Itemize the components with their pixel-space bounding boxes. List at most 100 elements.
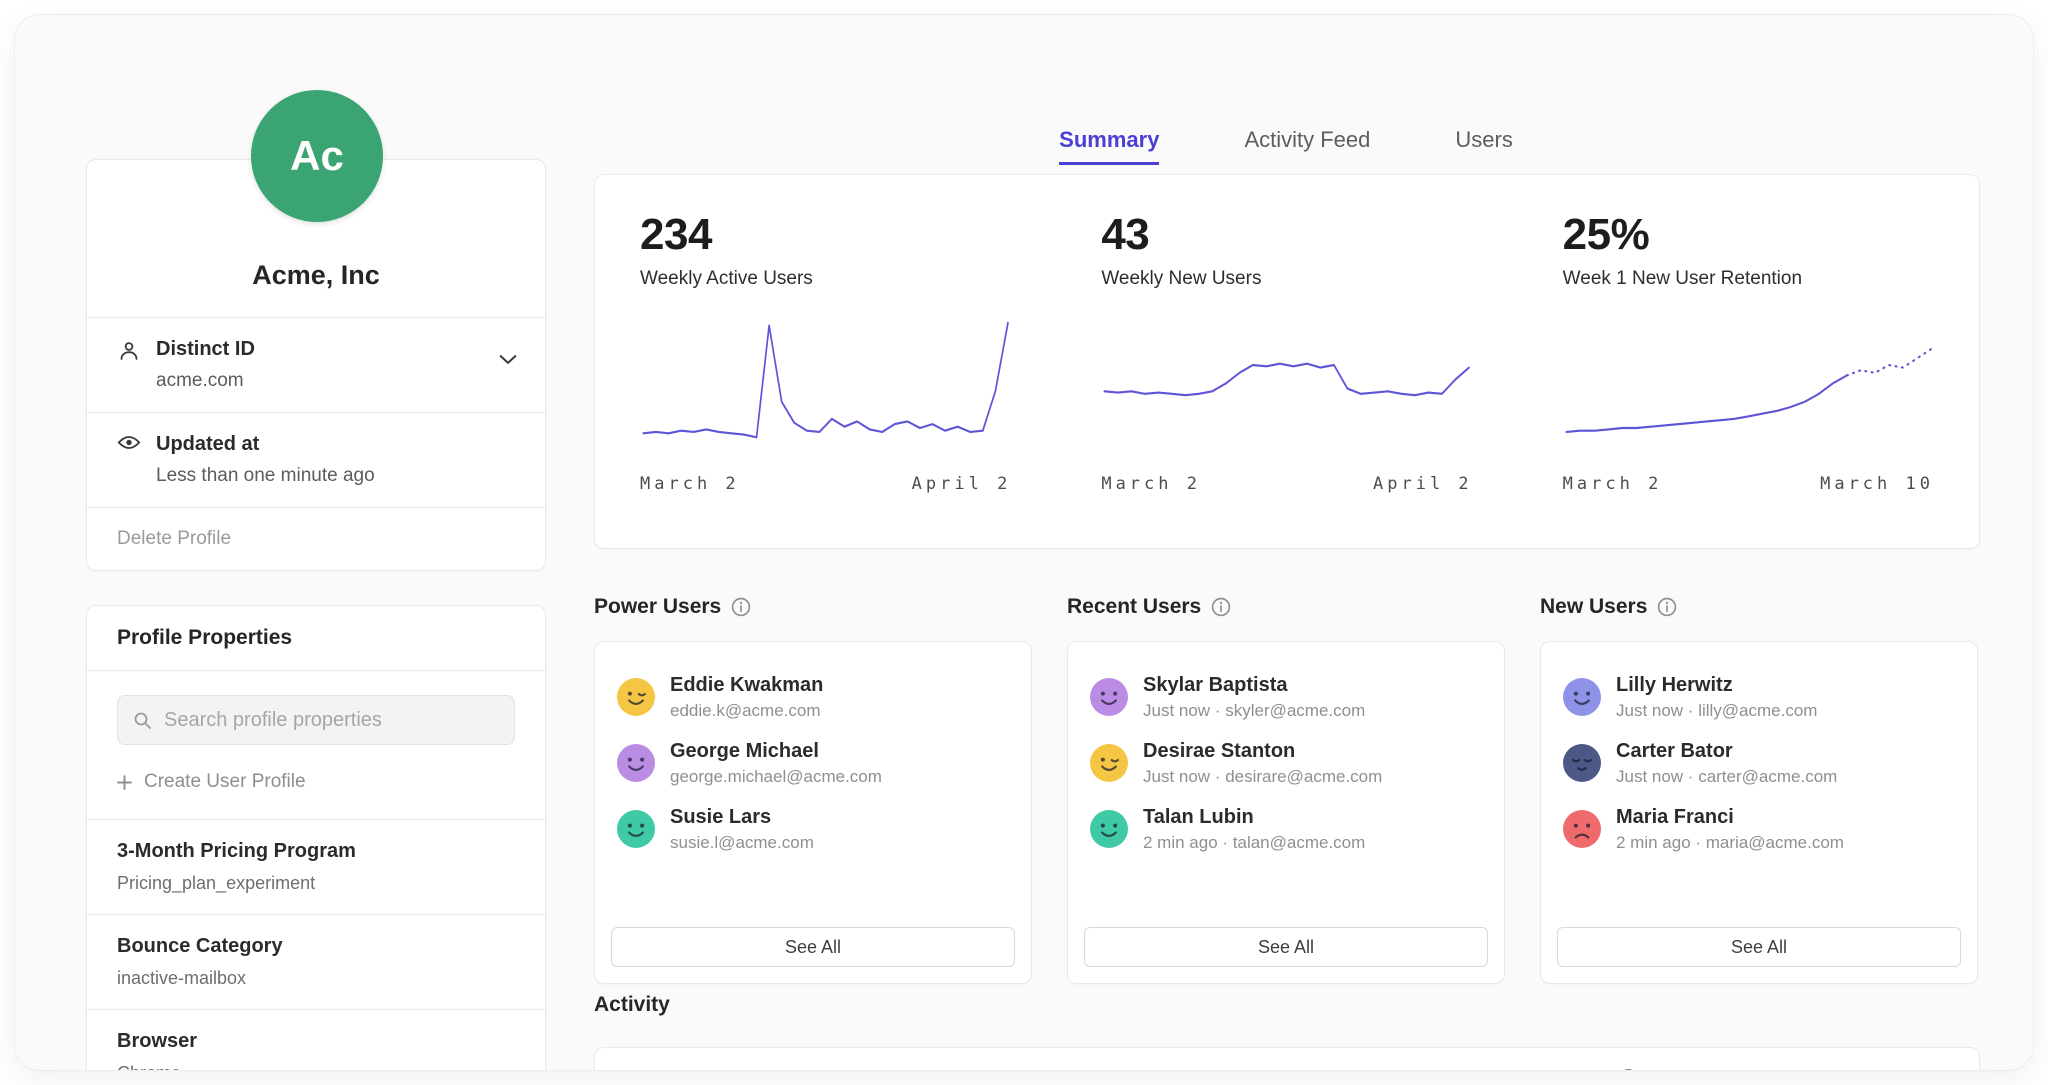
stat-label: Week 1 New User Retention <box>1563 268 1934 290</box>
user-avatar <box>617 678 655 716</box>
activity-stat-1: 234 <box>595 1048 1056 1071</box>
user-name: Lilly Herwitz <box>1616 674 1817 697</box>
property-row-bounce-category[interactable]: Bounce Category inactive-mailbox <box>87 915 545 1010</box>
info-icon[interactable] <box>1657 597 1677 617</box>
delete-profile-button[interactable]: Delete Profile <box>87 508 545 570</box>
person-icon <box>117 339 141 368</box>
see-all-recent-users-button[interactable]: See All <box>1084 927 1488 967</box>
user-texts: Lilly Herwitz Just now · lilly@acme.com <box>1616 674 1817 721</box>
stat-value: 25% <box>1563 210 1934 260</box>
user-texts: Carter Bator Just now · carter@acme.com <box>1616 740 1837 787</box>
user-row[interactable]: Eddie Kwakman eddie.k@acme.com <box>595 664 1031 730</box>
x-axis-start: March 2 <box>1563 474 1663 494</box>
stat-value: 234 <box>640 210 1011 260</box>
stat-value: 43 <box>1101 210 1472 260</box>
see-all-new-users-button[interactable]: See All <box>1557 927 1961 967</box>
x-axis-end: March 10 <box>1820 474 1934 494</box>
info-icon[interactable] <box>731 597 751 617</box>
info-icon[interactable] <box>1211 597 1231 617</box>
updated-at-label: Updated at <box>156 433 375 456</box>
user-avatar <box>1563 810 1601 848</box>
user-row[interactable]: Desirae Stanton Just now · desirare@acme… <box>1068 730 1504 796</box>
user-texts: George Michael george.michael@acme.com <box>670 740 882 787</box>
new-users-title: New Users <box>1540 595 1647 619</box>
property-name: 3-Month Pricing Program <box>117 840 515 863</box>
distinct-id-texts: Distinct ID acme.com <box>156 338 255 392</box>
recent-users-card: Skylar Baptista Just now · skyler@acme.c… <box>1067 641 1505 984</box>
user-subtext: Just now · skyler@acme.com <box>1143 701 1365 721</box>
company-avatar: Ac <box>251 90 383 222</box>
chevron-down-icon[interactable] <box>499 352 517 370</box>
new-users-section: New Users Lilly Herwitz Just now · lilly… <box>1540 595 1978 984</box>
stat-week1-retention: 25% Week 1 New User Retention March 2 Ma… <box>1518 175 1979 548</box>
profile-sidebar: Ac Acme, Inc Distinct ID acme.com <box>86 159 546 1071</box>
user-avatar <box>1563 678 1601 716</box>
user-name: Eddie Kwakman <box>670 674 823 697</box>
user-subtext: Just now · lilly@acme.com <box>1616 701 1817 721</box>
x-axis-start: March 2 <box>1101 474 1201 494</box>
x-axis-end: April 2 <box>912 474 1012 494</box>
updated-at-texts: Updated at Less than one minute ago <box>156 433 375 487</box>
plus-icon <box>117 775 132 790</box>
user-lists-row: Power Users Eddie Kwakman eddie.k@acme.c… <box>594 595 1978 984</box>
user-avatar <box>1090 678 1128 716</box>
profile-properties-title: Profile Properties <box>87 606 545 671</box>
user-row[interactable]: Lilly Herwitz Just now · lilly@acme.com <box>1541 664 1977 730</box>
user-name: Maria Franci <box>1616 806 1844 829</box>
property-row-pricing-program[interactable]: 3-Month Pricing Program Pricing_plan_exp… <box>87 820 545 915</box>
user-name: Susie Lars <box>670 806 814 829</box>
stat-label: Weekly New Users <box>1101 268 1472 290</box>
search-icon <box>132 710 152 730</box>
identity-card: Ac Acme, Inc Distinct ID acme.com <box>86 159 546 571</box>
user-avatar <box>1563 744 1601 782</box>
power-users-title: Power Users <box>594 595 721 619</box>
distinct-id-value: acme.com <box>156 370 255 392</box>
user-subtext: Just now · carter@acme.com <box>1616 767 1837 787</box>
property-row-browser[interactable]: Browser Chrome <box>87 1010 545 1071</box>
x-axis-labels: March 2 April 2 <box>640 474 1011 494</box>
user-avatar <box>1090 744 1128 782</box>
property-value: Pricing_plan_experiment <box>117 873 515 894</box>
user-row[interactable]: Maria Franci 2 min ago · maria@acme.com <box>1541 796 1977 862</box>
user-subtext: susie.l@acme.com <box>670 833 814 853</box>
stat-value: 940 <box>1101 1062 1472 1071</box>
tab-activity-feed[interactable]: Activity Feed <box>1244 127 1370 165</box>
user-subtext: eddie.k@acme.com <box>670 701 823 721</box>
distinct-id-row[interactable]: Distinct ID acme.com <box>87 318 545 413</box>
see-all-power-users-button[interactable]: See All <box>611 927 1015 967</box>
property-search-input[interactable] <box>162 708 500 733</box>
user-subtext: 2 min ago · maria@acme.com <box>1616 833 1844 853</box>
tab-summary[interactable]: Summary <box>1059 127 1159 165</box>
user-texts: Desirae Stanton Just now · desirare@acme… <box>1143 740 1382 787</box>
retention-sparkline <box>1563 316 1934 456</box>
user-row[interactable]: Skylar Baptista Just now · skyler@acme.c… <box>1068 664 1504 730</box>
updated-at-row: Updated at Less than one minute ago <box>87 413 545 508</box>
user-texts: Susie Lars susie.l@acme.com <box>670 806 814 853</box>
property-name: Bounce Category <box>117 935 515 958</box>
power-users-section: Power Users Eddie Kwakman eddie.k@acme.c… <box>594 595 1032 984</box>
user-texts: Eddie Kwakman eddie.k@acme.com <box>670 674 823 721</box>
user-avatar <box>1090 810 1128 848</box>
user-row[interactable]: Carter Bator Just now · carter@acme.com <box>1541 730 1977 796</box>
create-user-profile-button[interactable]: Create User Profile <box>117 771 515 793</box>
property-search-box[interactable] <box>117 695 515 745</box>
user-row[interactable]: Susie Lars susie.l@acme.com <box>595 796 1031 862</box>
recent-users-section: Recent Users Skylar Baptista Just now · … <box>1067 595 1505 984</box>
weekly-active-users-sparkline <box>640 316 1011 456</box>
user-texts: Skylar Baptista Just now · skyler@acme.c… <box>1143 674 1365 721</box>
activity-stat-2: 940 <box>1056 1048 1517 1071</box>
tab-users[interactable]: Users <box>1455 127 1512 165</box>
power-users-card: Eddie Kwakman eddie.k@acme.com George Mi… <box>594 641 1032 984</box>
activity-section-title: Activity <box>594 993 670 1017</box>
weekly-new-users-sparkline <box>1101 316 1472 456</box>
x-axis-start: March 2 <box>640 474 740 494</box>
distinct-id-label: Distinct ID <box>156 338 255 361</box>
user-texts: Maria Franci 2 min ago · maria@acme.com <box>1616 806 1844 853</box>
user-row[interactable]: George Michael george.michael@acme.com <box>595 730 1031 796</box>
power-users-header: Power Users <box>594 595 1032 619</box>
property-name: Browser <box>117 1030 515 1053</box>
user-avatar <box>617 810 655 848</box>
x-axis-labels: March 2 April 2 <box>1101 474 1472 494</box>
profile-tabs: Summary Activity Feed Users <box>594 127 1978 165</box>
user-row[interactable]: Talan Lubin 2 min ago · talan@acme.com <box>1068 796 1504 862</box>
